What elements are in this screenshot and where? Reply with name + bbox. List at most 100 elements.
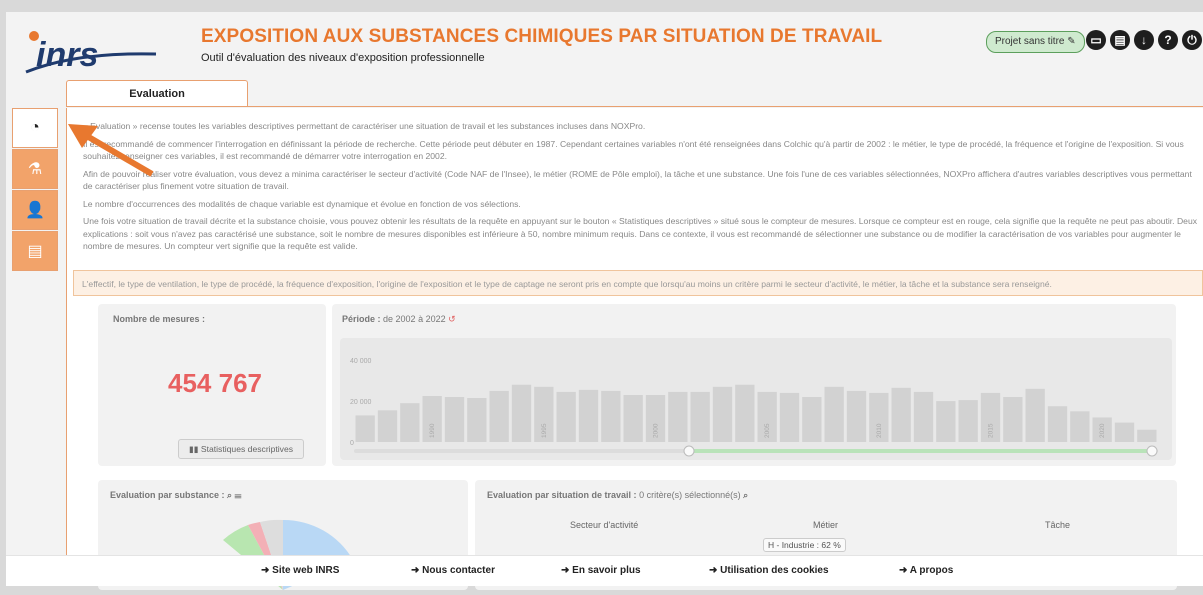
situation-label: Evaluation par situation de travail : [487, 490, 637, 500]
x-tick-label: 2000 [653, 423, 660, 438]
sidebar-item-users[interactable]: 👤 [12, 190, 58, 230]
reset-icon[interactable]: ↺ [448, 314, 456, 324]
y-tick-label: 0 [350, 440, 354, 447]
chart-bar[interactable] [1025, 388, 1045, 442]
footer-link-label: Site web INRS [272, 565, 340, 576]
range-slider-start-handle[interactable] [683, 445, 695, 457]
chart-bar[interactable] [467, 398, 487, 442]
x-tick-label: 2020 [1099, 423, 1106, 438]
col-sector: Secteur d'activité [570, 520, 639, 530]
chart-bar[interactable] [400, 403, 420, 442]
help-icon[interactable]: ? [1158, 30, 1178, 50]
period-card: Période : de 2002 à 2022 ↺ 40 000 20 000 0… [332, 304, 1176, 466]
flask-icon: ⚗ [27, 161, 43, 178]
period-to: à 2022 [418, 314, 446, 324]
footer-link-label: En savoir plus [572, 565, 641, 576]
chart-bar[interactable] [936, 401, 956, 442]
chart-bar[interactable] [1137, 429, 1157, 442]
footer-link-contact[interactable]: ➜ Nous contacter [411, 565, 495, 576]
footer-link-label: A propos [909, 565, 954, 576]
x-tick-label: 2005 [764, 423, 771, 438]
search-icon[interactable]: ⌕ [743, 490, 748, 500]
chart-bar[interactable] [489, 390, 509, 442]
intro-paragraph: Afin de pouvoir réaliser votre évaluatio… [83, 168, 1192, 192]
download-icon[interactable]: ↓ [1134, 30, 1154, 50]
document-icon: ▤ [27, 243, 43, 260]
chart-bar[interactable] [824, 386, 844, 442]
chart-bar[interactable] [712, 386, 733, 442]
situation-count: 0 critère(s) sélectionné(s) [639, 490, 741, 500]
intro-paragraph: Il est recommandé de commencer l'interro… [83, 138, 1184, 162]
footer-link-label: Nous contacter [422, 565, 495, 576]
edit-icon: ✎ [1067, 36, 1076, 47]
chart-bar[interactable] [377, 410, 398, 442]
footer-link-label: Utilisation des cookies [720, 565, 829, 576]
range-slider-end-handle[interactable] [1146, 445, 1158, 457]
inrs-logo[interactable]: inrs [16, 22, 166, 80]
substance-card-label: Evaluation par substance : ⌕ ☰ [110, 490, 241, 501]
measures-label: Nombre de mesures : [113, 314, 206, 324]
period-bar-chart: 40 000 20 000 0 1990 1995 2000 2005 2010 2015 202… [350, 358, 1158, 457]
period-label-row: Période : de 2002 à 2022 ↺ [342, 314, 456, 325]
intro-paragraph: Le nombre d'occurrences des modalités de… [83, 198, 521, 209]
chart-bar[interactable] [891, 387, 911, 442]
job-tooltip: H - Industrie : 62 % [763, 538, 846, 552]
tab-divider [66, 106, 1203, 107]
chart-bar[interactable] [690, 391, 710, 442]
measures-count: 454 767 [168, 368, 262, 398]
power-icon[interactable]: ⏻ [1182, 30, 1202, 50]
app-window: inrs EXPOSITION AUX SUBSTANCES CHIMIQUES… [6, 12, 1203, 590]
app-frame: inrs EXPOSITION AUX SUBSTANCES CHIMIQUES… [0, 0, 1203, 590]
tab-evaluation[interactable]: Evaluation [66, 80, 248, 107]
y-tick-label: 40 000 [350, 358, 372, 365]
x-tick-label: 1990 [429, 423, 436, 438]
page-title: EXPOSITION AUX SUBSTANCES CHIMIQUES PAR … [201, 26, 883, 47]
search-icon[interactable]: ⌕ [227, 490, 232, 500]
chart-bar[interactable] [958, 400, 978, 442]
footer-link-cookies[interactable]: ➜ Utilisation des cookies [709, 565, 829, 576]
chart-bar[interactable] [802, 397, 822, 442]
chart-bar[interactable] [1070, 411, 1090, 442]
chart-bar[interactable] [511, 384, 532, 442]
chart-bar[interactable] [601, 390, 621, 442]
chart-bar[interactable] [913, 391, 934, 442]
chart-bar[interactable] [578, 389, 599, 442]
footer-link-more[interactable]: ➜ En savoir plus [561, 565, 641, 576]
period-from: de 2002 [383, 314, 416, 324]
sidebar-item-evaluation[interactable]: ◔ [12, 108, 58, 148]
period-chart: 40 000 20 000 0 1990 1995 2000 2005 2010 2015 202… [340, 338, 1172, 460]
chart-bar[interactable] [846, 390, 867, 442]
sidebar-item-report[interactable]: ▤ [12, 231, 58, 271]
intro-paragraph: « Evaluation » recense toutes les variab… [83, 121, 646, 131]
main-content: « Evaluation » recense toutes les variab… [66, 108, 1203, 590]
footer: ➜ Site web INRS ➜ Nous contacter ➜ En sa… [6, 555, 1203, 586]
chart-bar[interactable] [1114, 422, 1135, 442]
chart-bar[interactable] [735, 384, 755, 442]
page-subtitle: Outil d'évaluation des niveaux d'exposit… [201, 52, 485, 64]
footer-link-about[interactable]: ➜ A propos [899, 565, 953, 576]
measures-card: Nombre de mesures : 454 767 ▮▮ Statistiq… [98, 304, 326, 466]
intro-paragraph: Une fois votre situation de travail décr… [83, 216, 1198, 251]
stats-button-label: Statistiques descriptives [200, 444, 294, 454]
sidebar-item-substances[interactable]: ⚗ [12, 149, 58, 189]
sidebar: ◔ ⚗ 👤 ▤ [12, 108, 60, 272]
list-icon[interactable]: ☰ [235, 490, 242, 500]
chart-bar[interactable] [1047, 406, 1068, 442]
col-job: Métier [813, 520, 839, 530]
chart-bar[interactable] [355, 415, 375, 442]
user-settings-icon: 👤 [25, 202, 45, 219]
open-folder-icon[interactable]: ▤ [1110, 30, 1130, 50]
chart-bar[interactable] [556, 391, 576, 442]
chart-bar[interactable] [623, 394, 643, 442]
new-file-icon[interactable]: ▭ [1086, 30, 1106, 50]
intro-text: « Evaluation » recense toutes les variab… [83, 120, 1201, 258]
toolbar: ▭ ▤ ↓ ? ⏻ [1086, 30, 1202, 50]
chart-bar[interactable] [444, 397, 465, 442]
chart-bar[interactable] [668, 391, 688, 442]
chart-bar[interactable] [779, 392, 800, 442]
chart-bar[interactable] [1003, 397, 1023, 442]
descriptive-stats-button[interactable]: ▮▮ Statistiques descriptives [178, 439, 305, 459]
footer-link-inrs[interactable]: ➜ Site web INRS [261, 565, 339, 576]
project-name-button[interactable]: Projet sans titre ✎ [986, 31, 1085, 53]
logo-graphic: inrs [25, 31, 157, 74]
